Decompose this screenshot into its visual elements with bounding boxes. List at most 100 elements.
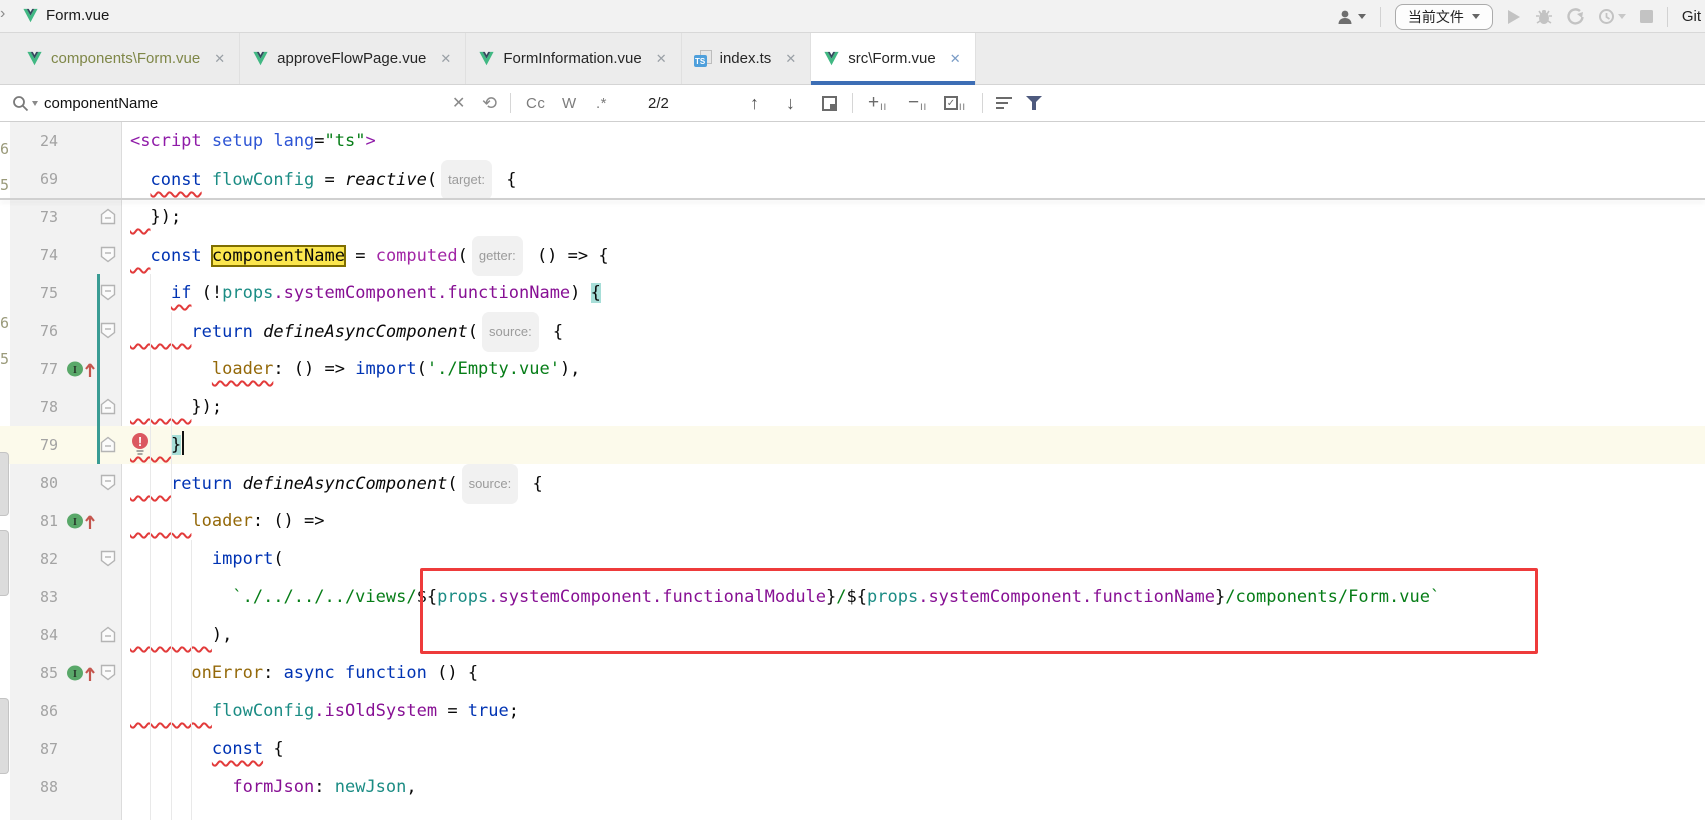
- code-line-74: 74 const componentName = computed(getter…: [0, 236, 1705, 274]
- token: import: [212, 549, 273, 569]
- code-line-75: 75 if (!props.systemComponent.functionNa…: [0, 274, 1705, 312]
- editor-tab-index-ts[interactable]: TSindex.ts✕: [682, 33, 812, 84]
- scrollbar-thumb-artifact: [0, 698, 9, 774]
- code-text[interactable]: return defineAsyncComponent(source: {: [130, 312, 563, 350]
- clipped-digit-artifact: 6: [0, 314, 9, 332]
- run-with-coverage-button[interactable]: [1567, 8, 1584, 25]
- close-tab-icon[interactable]: ✕: [214, 51, 225, 67]
- fold-marker-icon[interactable]: [100, 322, 116, 344]
- clear-search-icon[interactable]: ✕: [452, 93, 465, 113]
- code-line-76: 76 return defineAsyncComponent(source: {: [0, 312, 1705, 350]
- code-text[interactable]: formJson: newJson,: [130, 768, 417, 806]
- code-text[interactable]: ),: [130, 616, 232, 654]
- fold-marker-icon[interactable]: [100, 436, 116, 458]
- code-editor[interactable]: 24<script setup lang="ts">69 const flowC…: [0, 122, 1705, 820]
- fold-marker-icon[interactable]: [100, 398, 116, 420]
- fold-marker-icon[interactable]: [100, 474, 116, 496]
- code-text[interactable]: import(: [130, 540, 284, 578]
- close-tab-icon[interactable]: ✕: [440, 51, 451, 67]
- code-line-81: 81I loader: () =>: [0, 502, 1705, 540]
- fold-marker-icon[interactable]: [100, 246, 116, 268]
- code-text[interactable]: flowConfig.isOldSystem = true;: [130, 692, 519, 730]
- close-tab-icon[interactable]: ✕: [656, 51, 667, 67]
- code-text[interactable]: const componentName = computed(getter: (…: [130, 236, 609, 274]
- code-line-77: 77I loader: () => import('./Empty.vue'),: [0, 350, 1705, 388]
- code-text[interactable]: onError: async function () {: [130, 654, 478, 692]
- close-tab-icon[interactable]: ✕: [785, 51, 796, 67]
- vue-file-icon: [26, 51, 43, 67]
- token: [232, 474, 242, 494]
- token: defineAsyncComponent: [263, 322, 468, 342]
- profiler-button[interactable]: [1598, 8, 1626, 25]
- token: flowConfig: [212, 170, 314, 190]
- scrollbar-thumb-artifact: [0, 530, 9, 596]
- select-all-occurrences-button[interactable]: ✓II: [944, 85, 965, 121]
- line-number: 80: [10, 464, 58, 502]
- regex-toggle[interactable]: .*: [596, 95, 607, 112]
- debug-button[interactable]: [1535, 8, 1553, 25]
- fold-marker-icon[interactable]: [100, 550, 116, 572]
- token: props: [222, 283, 273, 303]
- implemented-marker-icon[interactable]: I: [66, 664, 98, 688]
- search-field-icon-group[interactable]: [12, 85, 38, 121]
- code-text[interactable]: <script setup lang="ts">: [130, 122, 376, 160]
- editor-tab-components-form-vue[interactable]: components\Form.vue✕: [14, 33, 240, 84]
- run-configuration-select[interactable]: 当前文件: [1395, 4, 1493, 30]
- code-text[interactable]: });: [130, 388, 222, 426]
- previous-match-button[interactable]: ↑: [750, 93, 759, 114]
- code-text[interactable]: }: [130, 426, 184, 464]
- editor-tab-src-form-vue[interactable]: src\Form.vue✕: [811, 33, 975, 84]
- search-input[interactable]: componentName: [44, 85, 158, 121]
- code-text[interactable]: return defineAsyncComponent(source: {: [130, 464, 543, 502]
- add-occurrence-button[interactable]: +II: [868, 85, 886, 121]
- next-match-button[interactable]: ↓: [786, 93, 795, 114]
- open-in-find-window-button[interactable]: [822, 96, 837, 111]
- token: .isOldSystem: [314, 701, 437, 721]
- vue-file-icon: [252, 51, 269, 67]
- implemented-marker-icon[interactable]: I: [66, 360, 98, 384]
- line-number: 85: [10, 654, 58, 692]
- token: [130, 663, 191, 683]
- editor-tab-approveflowpage-vue[interactable]: approveFlowPage.vue✕: [240, 33, 466, 84]
- code-line-78: 78 });: [0, 388, 1705, 426]
- line-number: 78: [10, 388, 58, 426]
- divider: [510, 93, 511, 113]
- editor-tab-forminformation-vue[interactable]: FormInformation.vue✕: [466, 33, 681, 84]
- token: [130, 246, 150, 266]
- fold-marker-icon[interactable]: [100, 208, 116, 230]
- token: ,: [406, 777, 416, 797]
- code-text[interactable]: if (!props.systemComponent.functionName)…: [130, 274, 601, 312]
- code-text[interactable]: const {: [130, 730, 284, 768]
- fold-marker-icon[interactable]: [100, 664, 116, 686]
- code-text[interactable]: const flowConfig = reactive(target: {: [130, 160, 516, 198]
- code-text[interactable]: });: [130, 198, 181, 236]
- sticky-lines-divider: [0, 198, 1705, 200]
- token: {: [591, 283, 601, 303]
- git-menu[interactable]: Git: [1682, 8, 1701, 25]
- match-case-toggle[interactable]: Cc: [526, 95, 545, 112]
- token: [130, 397, 191, 417]
- svg-text:I: I: [73, 669, 77, 680]
- stop-button[interactable]: [1640, 10, 1653, 23]
- filter-lines-button[interactable]: [996, 85, 1012, 121]
- token: =: [345, 246, 376, 266]
- code-text[interactable]: loader: () =>: [130, 502, 325, 540]
- remove-occurrence-button[interactable]: −II: [908, 85, 926, 121]
- filter-funnel-icon[interactable]: [1026, 95, 1042, 111]
- code-with-me-users-button[interactable]: [1337, 9, 1366, 25]
- fold-marker-icon[interactable]: [100, 626, 116, 648]
- implemented-marker-icon[interactable]: I: [66, 512, 98, 536]
- search-history-icon[interactable]: ⟲: [482, 93, 497, 114]
- chevron-down-icon: [1618, 14, 1626, 19]
- token: reactive: [345, 170, 427, 190]
- tab-bar: components\Form.vue✕approveFlowPage.vue✕…: [0, 33, 1705, 85]
- line-number: 24: [10, 122, 58, 160]
- ide-window: › Form.vue 当前文件: [0, 0, 1705, 820]
- code-text[interactable]: loader: () => import('./Empty.vue'),: [130, 350, 580, 388]
- close-tab-icon[interactable]: ✕: [950, 51, 961, 67]
- whole-words-toggle[interactable]: W: [562, 95, 577, 112]
- token: lang: [273, 131, 314, 151]
- line-number: 75: [10, 274, 58, 312]
- run-button[interactable]: [1507, 9, 1521, 25]
- fold-marker-icon[interactable]: [100, 284, 116, 306]
